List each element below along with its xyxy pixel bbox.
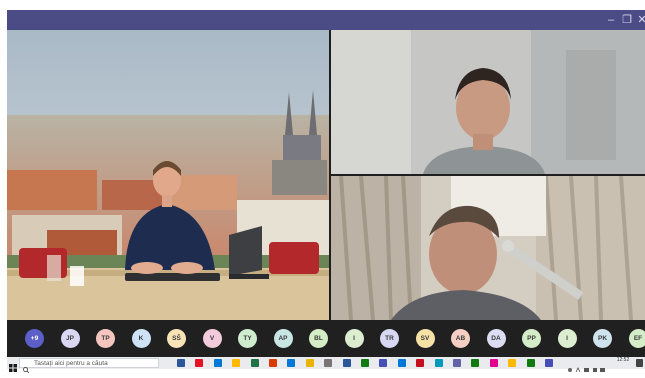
close-button[interactable]: ✕ bbox=[635, 12, 645, 28]
taskbar-app-icon[interactable] bbox=[251, 359, 259, 367]
title-bar: – ❐ ✕ bbox=[7, 10, 645, 30]
participants-strip: +9 JP TP K SŠ V TY AP BL I TR SV AB DA PP I PK EF bbox=[7, 320, 645, 357]
video-stage bbox=[7, 30, 645, 320]
notifications-icon[interactable] bbox=[636, 359, 643, 367]
taskbar-app-icon[interactable] bbox=[508, 359, 516, 367]
taskbar-app-icon[interactable] bbox=[471, 359, 479, 367]
taskbar-app-icon[interactable] bbox=[177, 359, 185, 367]
taskbar-app-icon[interactable] bbox=[490, 359, 498, 367]
windows-taskbar: Tastați aici pentru a căuta 12:52 bbox=[7, 357, 645, 369]
participant-avatar[interactable]: K bbox=[132, 329, 151, 348]
participant-avatar[interactable]: DA bbox=[487, 329, 506, 348]
participant-avatar[interactable]: PP bbox=[522, 329, 541, 348]
participant-avatar[interactable]: TP bbox=[96, 329, 115, 348]
windows-start-icon[interactable] bbox=[9, 359, 17, 367]
search-icon bbox=[23, 360, 29, 366]
participant-avatar[interactable]: JP bbox=[61, 329, 80, 348]
taskbar-app-icon[interactable] bbox=[343, 359, 351, 367]
taskbar-app-icon[interactable] bbox=[214, 359, 222, 367]
taskbar-app-icon[interactable] bbox=[545, 359, 553, 367]
taskbar-app-icon[interactable] bbox=[306, 359, 314, 367]
participant-avatar[interactable]: AP bbox=[274, 329, 293, 348]
participant-avatar[interactable]: TR bbox=[380, 329, 399, 348]
taskbar-search-box[interactable]: Tastați aici pentru a căuta bbox=[19, 358, 159, 368]
more-participants-avatar[interactable]: +9 bbox=[25, 329, 44, 348]
minimize-button[interactable]: – bbox=[604, 12, 618, 28]
taskbar-app-icon[interactable] bbox=[379, 359, 387, 367]
taskbar-app-icon[interactable] bbox=[398, 359, 406, 367]
taskbar-app-icon[interactable] bbox=[435, 359, 443, 367]
taskbar-app-icon[interactable] bbox=[232, 359, 240, 367]
participant-avatar[interactable]: I bbox=[558, 329, 577, 348]
participant-avatar[interactable]: BL bbox=[309, 329, 328, 348]
participant-avatar[interactable]: SV bbox=[416, 329, 435, 348]
participant-avatar[interactable]: I bbox=[345, 329, 364, 348]
maximize-button[interactable]: ❐ bbox=[620, 12, 634, 28]
participant-video-tile[interactable] bbox=[331, 176, 645, 320]
participant-avatar[interactable]: TY bbox=[238, 329, 257, 348]
participant-video-feed bbox=[331, 30, 645, 174]
taskbar-app-icon[interactable] bbox=[287, 359, 295, 367]
presenter-video-feed bbox=[7, 30, 329, 320]
taskbar-app-icon[interactable] bbox=[195, 359, 203, 367]
participant-avatar[interactable]: PK bbox=[593, 329, 612, 348]
participant-avatar[interactable]: SŠ bbox=[167, 329, 186, 348]
participant-video-tile[interactable] bbox=[331, 30, 645, 174]
taskbar-app-icon[interactable] bbox=[527, 359, 535, 367]
participant-avatar[interactable]: V bbox=[203, 329, 222, 348]
system-tray-icons[interactable] bbox=[567, 360, 607, 366]
taskbar-app-icon[interactable] bbox=[269, 359, 277, 367]
taskbar-app-icon[interactable] bbox=[361, 359, 369, 367]
taskbar-app-icon[interactable] bbox=[324, 359, 332, 367]
taskbar-app-icon[interactable] bbox=[453, 359, 461, 367]
participant-video-feed bbox=[331, 176, 645, 320]
search-placeholder: Tastați aici pentru a căuta bbox=[34, 359, 108, 368]
taskbar-app-icon[interactable] bbox=[416, 359, 424, 367]
participant-avatar[interactable]: AB bbox=[451, 329, 470, 348]
clock-time[interactable]: 12:52 bbox=[613, 358, 633, 363]
presenter-video-tile[interactable] bbox=[7, 30, 329, 320]
participant-avatar[interactable]: EF bbox=[629, 329, 645, 348]
